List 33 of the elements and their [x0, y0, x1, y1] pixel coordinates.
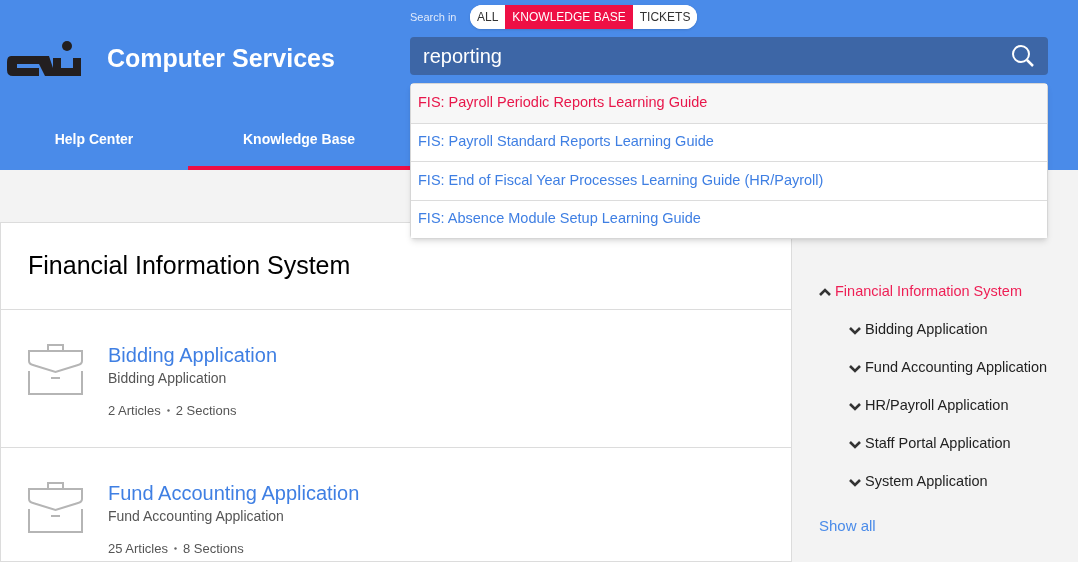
scope-tab[interactable]: KNOWLEDGE BASE [505, 5, 633, 29]
section-tree-item[interactable]: Financial Information System [835, 281, 1022, 303]
section-link[interactable]: Fund Accounting Application [108, 480, 360, 506]
suggestion-item[interactable]: FIS: End of Fiscal Year Processes Learning Guide (HR/Payroll) [411, 161, 1047, 200]
section-link[interactable]: Bidding Application [108, 342, 277, 368]
section-tree-item[interactable]: Staff Portal Application [865, 433, 1011, 455]
section-tree-item[interactable]: HR/Payroll Application [865, 395, 1009, 417]
scope-tab[interactable]: TICKETS [632, 5, 698, 29]
section-count: 8 Sections [183, 540, 244, 558]
scope-tab[interactable]: ALL [470, 5, 506, 29]
briefcase-icon [28, 482, 83, 533]
suggestion-item[interactable]: FIS: Absence Module Setup Learning Guide [411, 199, 1047, 238]
search-icon[interactable] [1011, 44, 1035, 68]
show-all-link[interactable]: Show all [819, 515, 876, 538]
section-tree-item[interactable]: System Application [865, 471, 988, 493]
search-field[interactable]: reporting [410, 37, 1048, 75]
section-description: Bidding Application [108, 369, 228, 388]
suggestion-item[interactable]: FIS: Payroll Periodic Reports Learning Guide [411, 84, 1047, 123]
separator-dot-icon [166, 409, 170, 413]
search-text: reporting [423, 44, 503, 69]
briefcase-icon [28, 344, 83, 395]
category-title: Financial Information System [28, 250, 351, 282]
section-tree-item[interactable]: Fund Accounting Application [865, 357, 1048, 379]
nav-tab[interactable]: Help Center [0, 108, 188, 170]
article-count: 2 Articles [108, 402, 161, 420]
suggestion-item[interactable]: FIS: Payroll Standard Reports Learning Guide [411, 122, 1047, 161]
separator-dot-icon [174, 547, 177, 551]
brand-title: Computer Services [107, 43, 335, 75]
search-scope-label: Search in [410, 9, 458, 25]
section-tree-item[interactable]: Bidding Application [865, 319, 988, 341]
section-count: 2 Sections [175, 402, 237, 420]
section-description: Fund Accounting Application [108, 507, 285, 526]
article-count: 25 Articles [108, 540, 168, 558]
